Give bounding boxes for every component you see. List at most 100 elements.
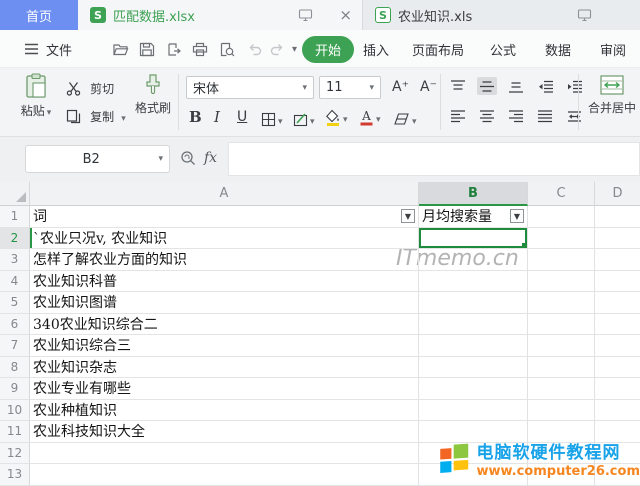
col-header-D[interactable]: D (595, 182, 640, 206)
monitor-icon[interactable] (298, 8, 313, 22)
row-header-9[interactable]: 9 (0, 378, 30, 400)
increase-font-button[interactable]: A⁺ (392, 79, 409, 95)
cell-C3[interactable] (528, 249, 595, 271)
monitor-icon[interactable] (577, 8, 592, 22)
cell-C6[interactable] (528, 314, 595, 336)
undo-button[interactable] (247, 30, 262, 68)
row-header-1[interactable]: 1 (0, 206, 30, 228)
align-middle-button[interactable] (477, 77, 497, 95)
format-painter-button[interactable]: 格式刷 (132, 73, 174, 116)
home-button[interactable]: 首页 (0, 0, 78, 30)
tab-start[interactable]: 开始 (302, 30, 354, 68)
italic-button[interactable]: I (214, 108, 220, 126)
select-all-corner[interactable] (0, 182, 30, 206)
row-header-8[interactable]: 8 (0, 357, 30, 379)
cell-C4[interactable] (528, 271, 595, 293)
open-button[interactable] (112, 30, 129, 68)
copy-button[interactable]: 复制 ▾ (66, 106, 126, 125)
align-top-button[interactable] (448, 77, 468, 95)
borders-button[interactable]: ▾ (261, 109, 283, 128)
tab-formulas[interactable]: 公式 (490, 30, 516, 68)
align-bottom-button[interactable] (506, 77, 526, 95)
font-color-button[interactable]: A ▾ (359, 107, 381, 126)
cell-A3[interactable]: 怎样了解农业方面的知识 (30, 249, 419, 271)
print-preview-button[interactable] (219, 30, 235, 68)
row-header-13[interactable]: 13 (0, 464, 30, 486)
fill-color-button[interactable]: ▾ (325, 107, 348, 126)
draw-border-button[interactable]: ▾ (293, 109, 315, 128)
tab-page-layout[interactable]: 页面布局 (412, 30, 464, 68)
cell-B10[interactable] (419, 400, 528, 422)
cell-C9[interactable] (528, 378, 595, 400)
name-box[interactable]: B2 ▾ (25, 145, 170, 173)
cell-A5[interactable]: 农业知识图谱 (30, 292, 419, 314)
cell-D10[interactable] (595, 400, 640, 422)
col-header-A[interactable]: A (30, 182, 419, 206)
cell-A9[interactable]: 农业专业有哪些 (30, 378, 419, 400)
decrease-font-button[interactable]: A⁻ (420, 79, 437, 95)
cell-A12[interactable] (30, 443, 419, 465)
tab-insert[interactable]: 插入 (363, 30, 389, 68)
row-header-11[interactable]: 11 (0, 421, 30, 443)
cell-A7[interactable]: 农业知识综合三 (30, 335, 419, 357)
row-header-3[interactable]: 3 (0, 249, 30, 271)
cell-C2[interactable] (528, 228, 595, 250)
cell-D3[interactable] (595, 249, 640, 271)
cell-D5[interactable] (595, 292, 640, 314)
close-icon[interactable]: × (339, 8, 352, 23)
quick-access-more-button[interactable]: ▾ (292, 30, 297, 68)
merge-center-button[interactable]: 合并居中 (584, 75, 640, 116)
paste-button[interactable]: 粘贴▾ (10, 73, 62, 119)
row-header-2[interactable]: 2 (0, 228, 30, 250)
cell-D2[interactable] (595, 228, 640, 250)
filter-button[interactable]: ▼ (510, 209, 524, 223)
cell-B2[interactable] (419, 228, 528, 250)
align-right-button[interactable] (506, 107, 526, 125)
cell-A10[interactable]: 农业种植知识 (30, 400, 419, 422)
cell-A6[interactable]: 340农业知识综合二 (30, 314, 419, 336)
increase-indent-button[interactable] (564, 77, 584, 95)
align-left-button[interactable] (448, 107, 468, 125)
row-header-12[interactable]: 12 (0, 443, 30, 465)
cell-B8[interactable] (419, 357, 528, 379)
cell-A11[interactable]: 农业科技知识大全 (30, 421, 419, 443)
font-name-select[interactable]: 宋体 ▾ (186, 76, 314, 99)
row-header-7[interactable]: 7 (0, 335, 30, 357)
cell-C8[interactable] (528, 357, 595, 379)
formula-input[interactable] (228, 142, 640, 176)
cell-A4[interactable]: 农业知识科普 (30, 271, 419, 293)
export-button[interactable] (166, 30, 181, 68)
eraser-button[interactable]: ▾ (393, 109, 417, 128)
tab-active-document[interactable]: S 匹配数据.xlsx × (78, 0, 362, 30)
cell-B9[interactable] (419, 378, 528, 400)
insert-function-button[interactable]: fx (204, 150, 217, 166)
align-center-button[interactable] (477, 107, 497, 125)
row-header-4[interactable]: 4 (0, 271, 30, 293)
cell-A13[interactable] (30, 464, 419, 486)
cell-C7[interactable] (528, 335, 595, 357)
print-button[interactable] (192, 30, 208, 68)
cell-B4[interactable] (419, 271, 528, 293)
tab-inactive-document[interactable]: S 农业知识.xls (362, 0, 640, 30)
cell-C1[interactable] (528, 206, 595, 228)
underline-button[interactable]: U (237, 109, 247, 125)
cell-D8[interactable] (595, 357, 640, 379)
justify-button[interactable] (535, 107, 555, 125)
cell-D4[interactable] (595, 271, 640, 293)
cell-A1[interactable]: 词▼ (30, 206, 419, 228)
decrease-indent-button[interactable] (535, 77, 555, 95)
cell-A8[interactable]: 农业知识杂志 (30, 357, 419, 379)
row-header-5[interactable]: 5 (0, 292, 30, 314)
cell-B5[interactable] (419, 292, 528, 314)
cell-B3[interactable] (419, 249, 528, 271)
col-header-C[interactable]: C (528, 182, 595, 206)
cell-B7[interactable] (419, 335, 528, 357)
cell-D1[interactable] (595, 206, 640, 228)
cell-D9[interactable] (595, 378, 640, 400)
search-icon[interactable] (180, 150, 196, 166)
cell-D6[interactable] (595, 314, 640, 336)
save-button[interactable] (139, 30, 155, 68)
cell-C10[interactable] (528, 400, 595, 422)
row-header-10[interactable]: 10 (0, 400, 30, 422)
tab-review[interactable]: 审阅 (600, 30, 626, 68)
